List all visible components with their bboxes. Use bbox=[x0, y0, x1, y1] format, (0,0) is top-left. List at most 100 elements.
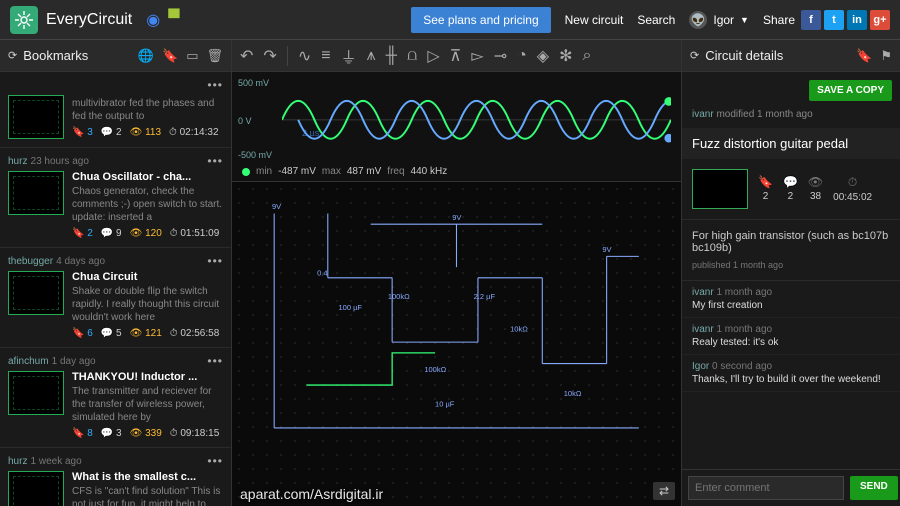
led-icon[interactable]: ◈ bbox=[537, 46, 549, 66]
card-thumb bbox=[8, 471, 64, 506]
linkedin-icon[interactable]: in bbox=[847, 10, 867, 30]
feed-card[interactable]: hurz 1 week ago••• What is the smallest … bbox=[0, 448, 231, 506]
opamp-icon[interactable]: ▻ bbox=[471, 46, 483, 66]
feed-card[interactable]: hurz 23 hours ago••• Chua Oscillator - c… bbox=[0, 148, 231, 248]
capacitor-icon[interactable]: ╫ bbox=[386, 47, 397, 65]
svg-text:9V: 9V bbox=[452, 213, 461, 222]
sidebar-left: ⟳ Bookmarks 🌐 🔖 ▭ 🗑 ••• multivibrator fe… bbox=[0, 40, 232, 506]
feed-card[interactable]: thebugger 4 days ago••• Chua CircuitShak… bbox=[0, 248, 231, 348]
sidebar-right: ⟳ Circuit details 🔖 ⚑ SAVE A COPY ivanr … bbox=[682, 40, 900, 506]
circuit-stats-row: 🔖2 💬2 👁38 ⏱00:45:02 bbox=[682, 159, 900, 220]
card-thumb bbox=[8, 95, 64, 139]
source-ac-icon[interactable]: ∿ bbox=[298, 46, 311, 66]
resistor-icon[interactable]: ⩚ bbox=[367, 47, 376, 65]
bookmark-icon[interactable]: 🔖 bbox=[856, 48, 872, 64]
brand-title: EveryCircuit bbox=[46, 11, 132, 29]
center-panel: ↶ ↷ ∿ ≡ ⏚ ⩚ ╫ ⩍ ▷ ⊼ ▻ ⊸ ◔ ◈ ✻ ⌕ 500 mV 0… bbox=[232, 40, 682, 506]
source-dc-icon[interactable]: ≡ bbox=[321, 47, 330, 65]
card-title: Chua Circuit bbox=[72, 271, 223, 283]
comment: ivanr 1 month agoMy first creation bbox=[682, 281, 900, 318]
svg-text:2.2 µF: 2.2 µF bbox=[474, 292, 496, 301]
top-bar: EveryCircuit ◉ ▀ See plans and pricing N… bbox=[0, 0, 900, 40]
svg-text:100 µF: 100 µF bbox=[339, 303, 363, 312]
waveform bbox=[282, 82, 671, 158]
feed-card[interactable]: afinchum 1 day ago••• THANKYOU! Inductor… bbox=[0, 348, 231, 448]
card-title: What is the smallest c... bbox=[72, 471, 223, 483]
lamp-icon[interactable]: ✻ bbox=[559, 46, 572, 66]
avatar-icon: 👽 bbox=[689, 11, 707, 29]
feed-list[interactable]: ••• multivibrator fed the phases and fed… bbox=[0, 72, 231, 506]
globe-icon[interactable]: 🌐 bbox=[138, 48, 154, 64]
comment: Igor 0 second agoThanks, I'll try to bui… bbox=[682, 355, 900, 392]
svg-text:10 µF: 10 µF bbox=[435, 399, 455, 408]
android-icon[interactable]: ▀ bbox=[168, 10, 179, 30]
social-icons: f t in g+ bbox=[801, 10, 890, 30]
svg-text:100kΩ: 100kΩ bbox=[424, 365, 446, 374]
more-icon[interactable]: ••• bbox=[207, 454, 223, 468]
scope-y-lo: -500 mV bbox=[238, 150, 272, 160]
switch-icon[interactable]: ⊸ bbox=[494, 46, 507, 66]
undo-icon[interactable]: ↶ bbox=[240, 46, 253, 66]
circuit-thumb bbox=[692, 169, 748, 209]
book-icon[interactable]: ▭ bbox=[186, 48, 198, 64]
more-icon[interactable]: ••• bbox=[207, 78, 223, 92]
user-chip[interactable]: 👽 Igor ▼ bbox=[689, 11, 749, 29]
svg-text:9V: 9V bbox=[272, 202, 281, 211]
facebook-icon[interactable]: f bbox=[801, 10, 821, 30]
schematic-svg: 9V 9V 9V 0.4 100 µF 100kΩ 2.2 µF 100kΩ 10kΩ 1… bbox=[242, 192, 671, 471]
svg-text:10kΩ: 10kΩ bbox=[564, 389, 582, 398]
chrome-icon[interactable]: ◉ bbox=[146, 10, 160, 30]
comment-compose: SEND bbox=[682, 469, 900, 506]
refresh-icon[interactable]: ⟳ bbox=[690, 49, 699, 62]
comment-input[interactable] bbox=[688, 476, 844, 500]
more-icon[interactable]: ••• bbox=[207, 154, 223, 168]
card-title: Chua Oscillator - cha... bbox=[72, 171, 223, 183]
circuit-meta: ivanr modified 1 month ago bbox=[682, 109, 900, 128]
svg-text:9V: 9V bbox=[602, 245, 611, 254]
circuit-desc: For high gain transistor (such as bc107b… bbox=[682, 220, 900, 281]
scope-readout: min-487 mV max487 mV freq440 kHz bbox=[242, 166, 447, 177]
googleplus-icon[interactable]: g+ bbox=[870, 10, 890, 30]
svg-text:100kΩ: 100kΩ bbox=[388, 292, 410, 301]
feed-card[interactable]: ••• multivibrator fed the phases and fed… bbox=[0, 72, 231, 148]
details-header: ⟳ Circuit details 🔖 ⚑ bbox=[682, 40, 900, 72]
new-circuit-link[interactable]: New circuit bbox=[565, 13, 624, 27]
inductor-icon[interactable]: ⩍ bbox=[407, 47, 417, 65]
speaker-icon[interactable]: ⌕ bbox=[583, 47, 592, 65]
trash-icon[interactable]: 🗑 bbox=[206, 48, 223, 64]
oscilloscope[interactable]: 500 mV 0 V -500 mV 2 µs min-487 mV max48… bbox=[232, 72, 681, 182]
refresh-icon[interactable]: ⟳ bbox=[8, 49, 17, 62]
svg-text:10kΩ: 10kΩ bbox=[510, 324, 528, 333]
bookmarks-header: ⟳ Bookmarks 🌐 🔖 ▭ 🗑 bbox=[0, 40, 231, 72]
logo-icon[interactable] bbox=[10, 6, 38, 34]
svg-text:0.4: 0.4 bbox=[317, 269, 327, 278]
twitter-icon[interactable]: t bbox=[824, 10, 844, 30]
ground-icon[interactable]: ⏚ bbox=[341, 44, 357, 68]
more-icon[interactable]: ••• bbox=[207, 354, 223, 368]
circuit-title: Fuzz distortion guitar pedal bbox=[682, 128, 900, 159]
save-copy-button[interactable]: SAVE A COPY bbox=[809, 80, 892, 101]
platform-icons: ◉ ▀ bbox=[146, 10, 187, 30]
scope-y-mid: 0 V bbox=[238, 116, 252, 126]
diode-icon[interactable]: ▷ bbox=[427, 46, 439, 66]
card-thumb bbox=[8, 271, 64, 315]
card-thumb bbox=[8, 171, 64, 215]
plans-button[interactable]: See plans and pricing bbox=[411, 7, 550, 33]
bookmark-icon[interactable]: 🔖 bbox=[162, 48, 178, 64]
send-button[interactable]: SEND bbox=[850, 476, 898, 500]
swap-icon[interactable]: ⇄ bbox=[653, 482, 675, 500]
share-label: Share bbox=[763, 13, 795, 27]
flag-icon[interactable]: ⚑ bbox=[880, 48, 892, 64]
bookmarks-title: Bookmarks bbox=[23, 48, 138, 63]
comment: ivanr 1 month agoRealy tested: it's ok bbox=[682, 318, 900, 355]
schematic-canvas[interactable]: 9V 9V 9V 0.4 100 µF 100kΩ 2.2 µF 100kΩ 10kΩ 1… bbox=[232, 182, 681, 506]
search-link[interactable]: Search bbox=[637, 13, 675, 27]
details-title: Circuit details bbox=[705, 48, 856, 63]
transistor-icon[interactable]: ⊼ bbox=[450, 46, 462, 66]
more-icon[interactable]: ••• bbox=[207, 254, 223, 268]
meter-icon[interactable]: ◔ bbox=[517, 47, 527, 65]
component-toolbar: ↶ ↷ ∿ ≡ ⏚ ⩚ ╫ ⩍ ▷ ⊼ ▻ ⊸ ◔ ◈ ✻ ⌕ bbox=[232, 40, 681, 72]
comment-list[interactable]: ivanr 1 month agoMy first creationivanr … bbox=[682, 281, 900, 469]
scope-y-hi: 500 mV bbox=[238, 78, 269, 88]
redo-icon[interactable]: ↷ bbox=[263, 46, 276, 66]
